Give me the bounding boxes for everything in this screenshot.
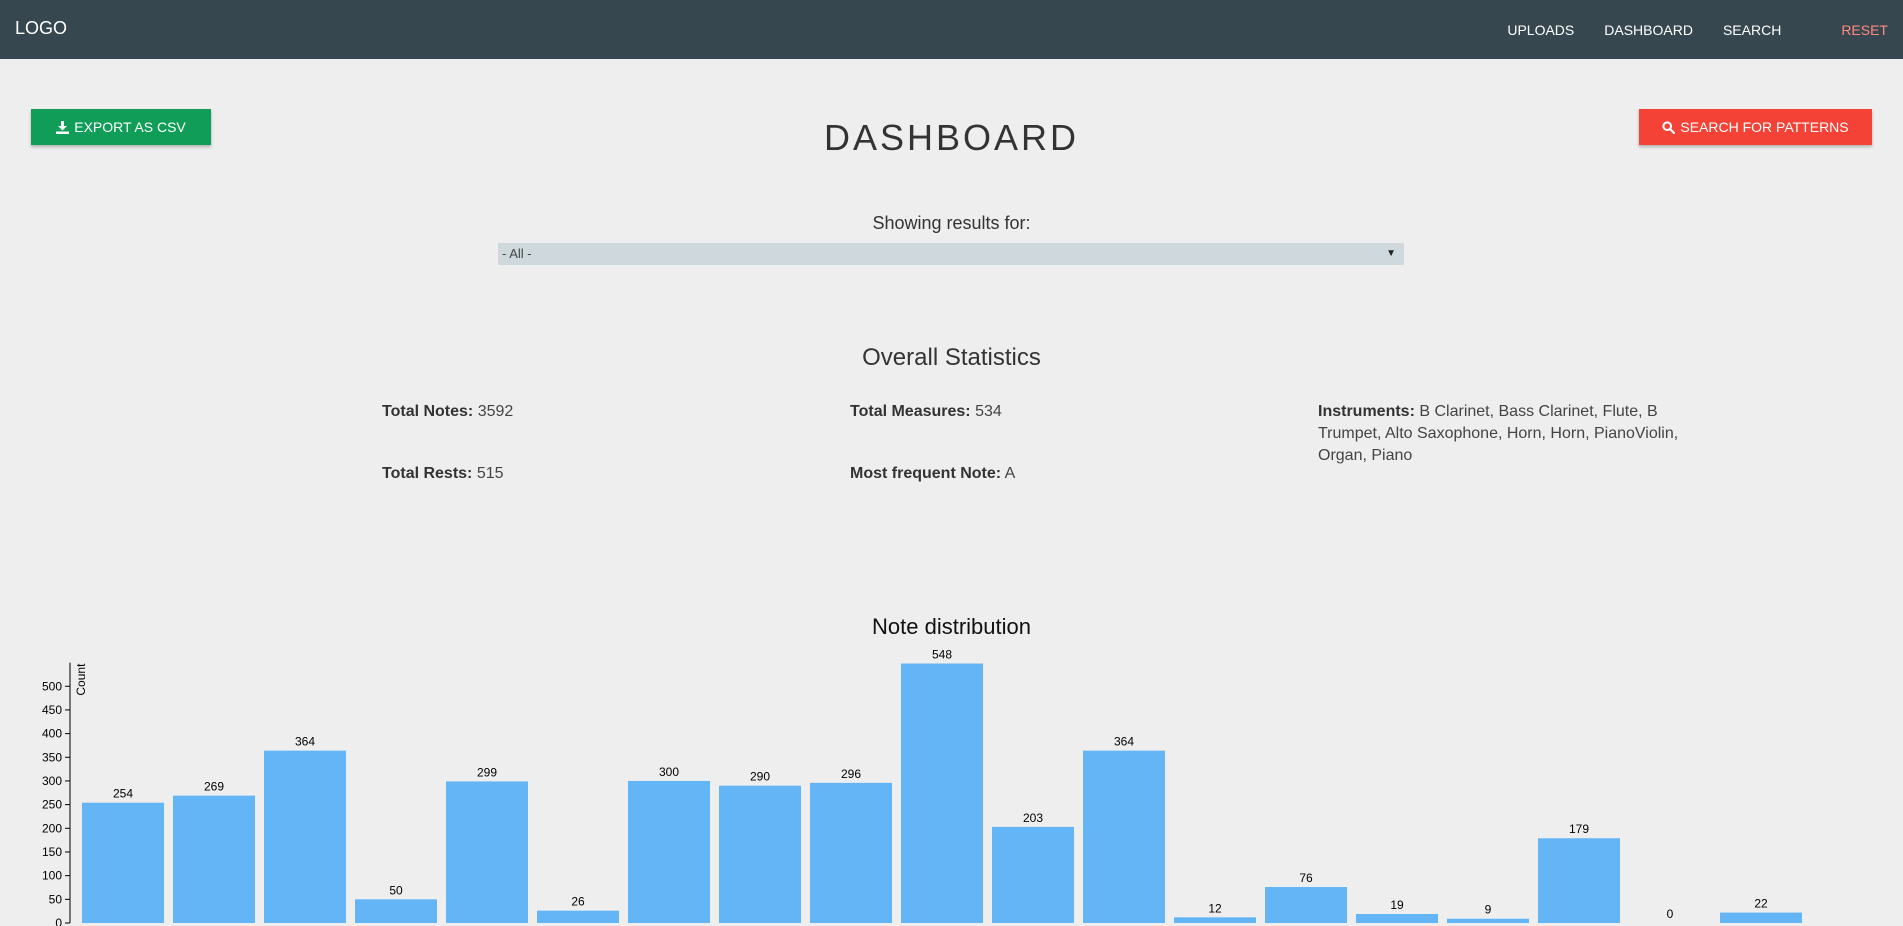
bar-value-label-13: 76 xyxy=(1299,871,1313,885)
bar-value-label-15: 9 xyxy=(1485,903,1492,917)
bar-value-label-4: 299 xyxy=(477,765,497,779)
y-tick-label-1: 50 xyxy=(49,892,63,906)
page-title: DASHBOARD xyxy=(823,117,1080,158)
stat-instruments: Instruments: B Clarinet, Bass Clarinet, … xyxy=(1318,401,1708,467)
y-tick-label-7: 350 xyxy=(42,750,62,764)
bar-9 xyxy=(901,663,983,923)
overall-statistics-title: Overall Statistics xyxy=(862,344,1041,371)
bar-value-label-12: 12 xyxy=(1208,901,1222,915)
y-tick-label-9: 450 xyxy=(42,703,62,717)
y-tick-label-3: 150 xyxy=(42,845,62,859)
dropdown-arrow-icon: ▼ xyxy=(1386,248,1396,259)
bar-value-label-5: 26 xyxy=(571,895,585,909)
stat-total-rests: Total Rests: 515 xyxy=(382,463,504,485)
showing-results-label: Showing results for: xyxy=(872,213,1031,233)
stat-total-measures-value: 534 xyxy=(975,403,1002,420)
stat-most-frequent-note-label: Most frequent Note: xyxy=(850,465,1002,482)
stat-total-notes: Total Notes: 3592 xyxy=(382,401,513,423)
results-filter-value: - All - xyxy=(502,246,532,261)
bar-8 xyxy=(810,782,892,923)
bar-value-label-10: 203 xyxy=(1023,811,1043,825)
bar-5 xyxy=(537,910,619,923)
bar-0 xyxy=(82,802,164,923)
bar-value-label-11: 364 xyxy=(1114,735,1134,749)
y-tick-label-2: 100 xyxy=(42,869,62,883)
bar-value-label-14: 19 xyxy=(1390,898,1404,912)
bar-4 xyxy=(446,781,528,923)
bar-value-label-3: 50 xyxy=(389,883,403,897)
y-tick-label-4: 200 xyxy=(42,821,62,835)
bar-13 xyxy=(1265,887,1347,923)
bar-value-label-18: 22 xyxy=(1754,897,1768,911)
bar-6 xyxy=(628,780,710,923)
stat-total-rests-value: 515 xyxy=(476,465,504,482)
nav-link-search[interactable]: SEARCH xyxy=(1723,22,1781,38)
nav-link-reset[interactable]: RESET xyxy=(1841,22,1888,38)
bar-7 xyxy=(719,785,801,923)
note-distribution-chart: 050100150200250300350400450500 Count25426… xyxy=(42,648,1802,926)
top-navbar: LOGO UPLOADS DASHBOARD SEARCH RESET xyxy=(0,0,1903,59)
search-patterns-button[interactable]: SEARCH FOR PATTERNS xyxy=(1639,109,1872,145)
bar-18 xyxy=(1720,912,1802,923)
bar-value-label-2: 364 xyxy=(295,735,315,749)
nav-links: UPLOADS DASHBOARD SEARCH RESET xyxy=(1507,0,1903,59)
stat-most-frequent-note: Most frequent Note: A xyxy=(850,463,1015,485)
stat-total-measures-label: Total Measures: xyxy=(850,403,971,420)
bar-3 xyxy=(355,899,437,923)
stat-most-frequent-note-value: A xyxy=(1004,465,1016,482)
bar-16 xyxy=(1538,838,1620,923)
stat-total-notes-label: Total Notes: xyxy=(382,403,474,420)
bar-value-label-1: 269 xyxy=(204,780,224,794)
search-icon xyxy=(1662,120,1676,134)
stat-instruments-label: Instruments: xyxy=(1318,403,1415,420)
y-tick-label-5: 250 xyxy=(42,798,62,812)
bar-15 xyxy=(1447,918,1529,923)
bar-10 xyxy=(992,826,1074,923)
results-filter-select[interactable]: - All - ▼ xyxy=(498,243,1404,265)
y-tick-label-0: 0 xyxy=(55,916,62,926)
search-patterns-label: SEARCH FOR PATTERNS xyxy=(1680,119,1849,135)
bar-12 xyxy=(1174,917,1256,923)
bar-value-label-7: 290 xyxy=(750,770,770,784)
bar-value-label-9: 548 xyxy=(932,648,952,662)
bar-2 xyxy=(264,750,346,923)
y-tick-label-10: 500 xyxy=(42,679,62,693)
bar-value-label-17: 0 xyxy=(1667,907,1674,921)
bar-11 xyxy=(1083,750,1165,923)
stat-total-measures: Total Measures: 534 xyxy=(850,401,1002,423)
bar-value-label-0: 254 xyxy=(113,787,133,801)
logo[interactable]: LOGO xyxy=(15,18,67,39)
y-axis-label: Count xyxy=(74,663,88,696)
bar-1 xyxy=(173,795,255,923)
bar-14 xyxy=(1356,914,1438,923)
bar-value-label-6: 300 xyxy=(659,765,679,779)
nav-link-uploads[interactable]: UPLOADS xyxy=(1507,22,1574,38)
chart-title: Note distribution xyxy=(872,614,1031,639)
nav-link-dashboard[interactable]: DASHBOARD xyxy=(1604,22,1693,38)
y-tick-label-6: 300 xyxy=(42,774,62,788)
bar-value-label-8: 296 xyxy=(841,767,861,781)
stat-total-rests-label: Total Rests: xyxy=(382,465,473,482)
bar-value-label-16: 179 xyxy=(1569,822,1589,836)
y-tick-label-8: 400 xyxy=(42,727,62,741)
stat-total-notes-value: 3592 xyxy=(477,403,514,420)
